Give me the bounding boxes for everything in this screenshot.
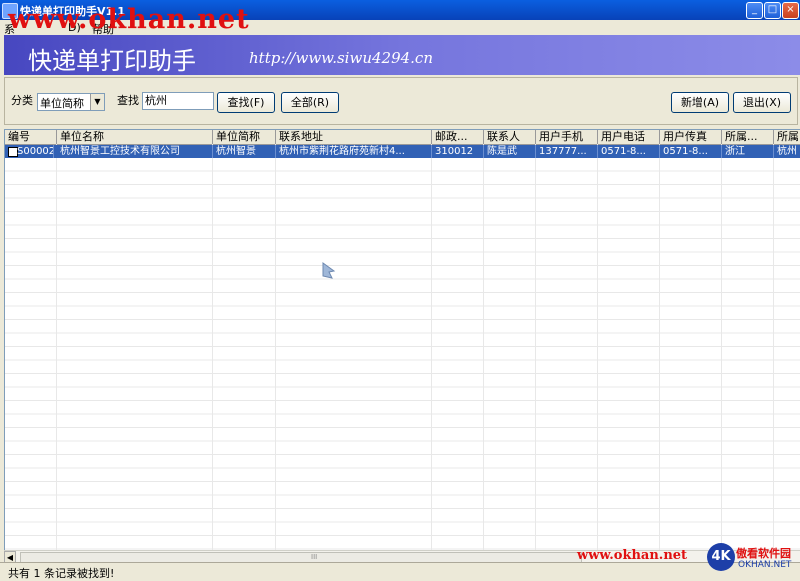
col-header-address[interactable]: 联系地址 (276, 130, 432, 144)
col-header-province[interactable]: 所属... (722, 130, 774, 144)
site-logo-cn: 傲看软件园 (736, 547, 791, 560)
column-divider (659, 144, 660, 551)
column-divider (535, 144, 536, 551)
column-divider (483, 144, 484, 551)
cell-id: S00002 (17, 145, 54, 158)
col-header-phone[interactable]: 用户电话 (598, 130, 660, 144)
cell-province: 浙江 (722, 145, 774, 158)
cell-phone: 0571-8... (598, 145, 660, 158)
cell-mobile: 137777... (536, 145, 598, 158)
site-logo-en: OKHAN.NET (738, 560, 792, 570)
chevron-down-icon[interactable]: ▼ (90, 94, 104, 110)
exit-button[interactable]: 退出(X) (733, 92, 791, 113)
table-header: 编号 单位名称 单位简称 联系地址 邮政... 联系人 用户手机 用户电话 用户… (5, 130, 800, 145)
banner-title: 快递单打印助手 (28, 47, 196, 75)
cell-city: 杭州 (774, 145, 800, 158)
cell-address: 杭州市紫荆花路府苑新村4... (276, 145, 432, 158)
banner-url: http://www.siwu4294.cn (249, 49, 433, 67)
column-divider (597, 144, 598, 551)
search-input-value: 杭州 (145, 94, 167, 107)
watermark-bottom: www.okhan.net (577, 548, 688, 563)
col-header-fax[interactable]: 用户传真 (660, 130, 722, 144)
search-input[interactable]: 杭州 (142, 92, 214, 110)
col-header-postcode[interactable]: 邮政... (432, 130, 484, 144)
column-divider (721, 144, 722, 551)
minimize-button[interactable]: _ (746, 2, 763, 19)
cell-contact: 陈是武 (484, 145, 536, 158)
pointer-cursor-icon (322, 262, 336, 279)
status-bar: 共有 1 条记录被找到! (0, 562, 800, 580)
col-header-short-name[interactable]: 单位简称 (213, 130, 276, 144)
col-header-contact[interactable]: 联系人 (484, 130, 536, 144)
column-divider (773, 144, 774, 551)
scroll-grip: III (311, 553, 318, 561)
site-logo-icon: 4K (707, 543, 735, 571)
column-divider (431, 144, 432, 551)
records-table[interactable]: 编号 单位名称 单位简称 联系地址 邮政... 联系人 用户手机 用户电话 用户… (4, 129, 800, 552)
new-button[interactable]: 新增(A) (671, 92, 729, 113)
col-header-company[interactable]: 单位名称 (57, 130, 213, 144)
category-label: 分类 (11, 94, 33, 107)
column-divider (212, 144, 213, 551)
search-label: 查找 (117, 94, 139, 107)
cell-short-name: 杭州智景 (213, 145, 276, 158)
find-button[interactable]: 查找(F) (217, 92, 275, 113)
column-divider (56, 144, 57, 551)
watermark-top: www.okhan.net (8, 4, 250, 35)
close-button[interactable]: × (782, 2, 799, 19)
maximize-button[interactable]: □ (764, 2, 781, 19)
table-row[interactable]: S00002 杭州智景工控技术有限公司 杭州智景 杭州市紫荆花路府苑新村4...… (5, 145, 800, 158)
col-header-id[interactable]: 编号 (5, 130, 57, 144)
show-all-button[interactable]: 全部(R) (281, 92, 339, 113)
app-banner: 快递单打印助手 http://www.siwu4294.cn (4, 35, 800, 75)
col-header-mobile[interactable]: 用户手机 (536, 130, 598, 144)
category-select[interactable]: 单位简称 ▼ (37, 93, 105, 111)
column-divider (275, 144, 276, 551)
search-toolbar: 分类 单位简称 ▼ 查找 杭州 查找(F) 全部(R) 新增(A) 退出(X) (4, 77, 798, 125)
col-header-city[interactable]: 所属 (774, 130, 800, 144)
cell-postcode: 310012 (432, 145, 484, 158)
category-value: 单位简称 (40, 97, 84, 110)
cell-fax: 0571-8... (660, 145, 722, 158)
cell-company: 杭州智景工控技术有限公司 (57, 145, 213, 158)
